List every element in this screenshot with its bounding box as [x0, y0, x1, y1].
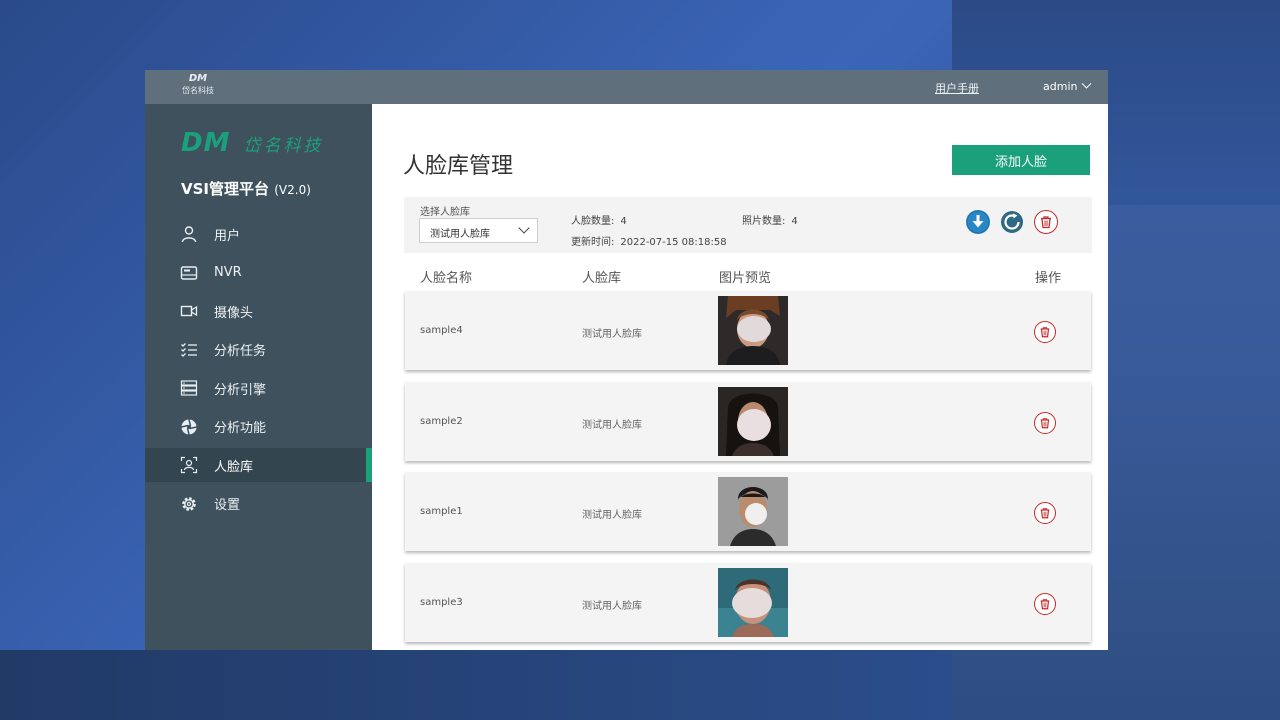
sidebar-item-settings[interactable]: 设置 [145, 487, 372, 521]
photo-count-value: 4 [791, 216, 798, 227]
face-library: 测试用人脸库 [582, 510, 642, 521]
top-logo-cn: 岱名科技 [182, 86, 214, 95]
table-row: sample1 测试用人脸库 [405, 472, 1091, 551]
face-thumbnail[interactable] [718, 296, 788, 365]
trash-icon [1041, 216, 1051, 229]
top-bar: DM 岱名科技 用户手册 admin [145, 70, 1108, 104]
library-select-label: 选择人脸库 [420, 207, 470, 218]
photo-count-label: 照片数量: [742, 216, 786, 227]
delete-face-button[interactable] [1034, 592, 1056, 615]
table-row: sample3 测试用人脸库 [405, 562, 1091, 642]
chevron-down-icon [1082, 78, 1092, 89]
sidebar-item-label: 人脸库 [214, 459, 254, 475]
sidebar-item-users[interactable]: 用户 [145, 217, 372, 251]
platform-version: (V2.0) [274, 183, 311, 197]
download-button[interactable] [966, 210, 990, 234]
user-menu[interactable]: admin [1043, 78, 1092, 93]
face-list: sample4 测试用人脸库 sample2 测试用人脸库 sample1 测试… [405, 291, 1091, 650]
sidebar-nav: 用户 NVR 摄像头 分析任务 分析引擎 分析功能 人脸库 设置 [145, 217, 372, 525]
face-thumbnail[interactable] [718, 567, 788, 637]
sidebar-item-label: 摄像头 [214, 305, 254, 321]
brand-logo-dm: DM [181, 128, 231, 158]
face-library: 测试用人脸库 [582, 329, 642, 340]
trash-icon [1040, 327, 1050, 338]
download-icon [966, 210, 990, 234]
platform-name: VSI管理平台 [181, 180, 269, 198]
sidebar-item-label: 设置 [214, 498, 241, 513]
photo-count: 照片数量: 4 [742, 212, 798, 227]
column-header-library: 人脸库 [582, 271, 622, 286]
refresh-icon [1001, 211, 1023, 233]
sidebar-item-label: NVR [214, 265, 242, 280]
delete-face-button[interactable] [1034, 411, 1056, 434]
face-name: sample2 [420, 415, 463, 427]
background-bottom-panel [0, 650, 952, 720]
user-manual-link[interactable]: 用户手册 [935, 80, 979, 96]
trash-icon [1040, 508, 1050, 519]
delete-library-button[interactable] [1034, 210, 1058, 234]
face-scan-icon [180, 456, 198, 474]
refresh-button[interactable] [1000, 210, 1024, 234]
face-library: 测试用人脸库 [582, 600, 642, 612]
face-name: sample1 [420, 506, 463, 517]
brand-logo: DM 岱名科技 [181, 128, 324, 158]
aperture-icon [180, 418, 198, 436]
column-header-actions: 操作 [1035, 271, 1062, 286]
update-time-value: 2022-07-15 08:18:58 [620, 237, 727, 248]
library-select-value: 测试用人脸库 [430, 229, 490, 240]
update-time-label: 更新时间: [571, 237, 615, 248]
top-logo-dm: DM [188, 73, 208, 84]
task-list-icon [180, 341, 198, 359]
user-icon [180, 225, 198, 243]
sidebar: DM 岱名科技 VSI管理平台 (V2.0) 用户 NVR 摄像头 分析任务 分… [145, 104, 372, 650]
column-header-face-name: 人脸名称 [420, 271, 473, 286]
platform-title: VSI管理平台 (V2.0) [181, 178, 311, 199]
column-header-preview: 图片预览 [719, 271, 772, 286]
gear-icon [180, 495, 198, 513]
add-face-button[interactable]: 添加人脸 [952, 145, 1090, 175]
sidebar-item-analysis-functions[interactable]: 分析功能 [145, 410, 372, 444]
nvr-icon [180, 264, 198, 282]
page-title: 人脸库管理 [403, 154, 514, 179]
table-row: sample2 测试用人脸库 [405, 381, 1091, 461]
sidebar-item-label: 分析功能 [214, 421, 267, 436]
trash-icon [1040, 417, 1050, 428]
sidebar-item-analysis-engine[interactable]: 分析引擎 [145, 371, 372, 405]
face-count-label: 人脸数量: [571, 216, 615, 227]
sidebar-item-nvr[interactable]: NVR [145, 256, 372, 290]
delete-face-button[interactable] [1034, 321, 1056, 343]
sidebar-item-label: 分析任务 [214, 344, 267, 359]
user-name: admin [1043, 80, 1078, 93]
server-icon [180, 379, 198, 397]
sidebar-item-face-library[interactable]: 人脸库 [145, 448, 372, 482]
face-library: 测试用人脸库 [582, 419, 642, 431]
face-count: 人脸数量: 4 [571, 212, 627, 227]
update-time: 更新时间: 2022-07-15 08:18:58 [571, 233, 727, 248]
delete-face-button[interactable] [1034, 502, 1056, 524]
main-content: 人脸库管理 添加人脸 选择人脸库 测试用人脸库 人脸数量: 4 照片数量: 4 更新… [372, 104, 1108, 650]
sidebar-item-analysis-tasks[interactable]: 分析任务 [145, 333, 372, 367]
face-name: sample3 [420, 596, 463, 608]
top-logo[interactable]: DM 岱名科技 [181, 73, 215, 101]
sidebar-item-label: 用户 [214, 228, 241, 244]
face-thumbnail[interactable] [718, 477, 788, 546]
camera-icon [180, 302, 198, 320]
chevron-down-icon [518, 222, 530, 234]
trash-icon [1040, 598, 1050, 609]
sidebar-item-label: 分析引擎 [214, 382, 267, 398]
table-row: sample4 测试用人脸库 [405, 291, 1091, 370]
brand-logo-cn: 岱名科技 [243, 135, 324, 156]
face-name: sample4 [420, 325, 463, 336]
face-thumbnail[interactable] [718, 386, 788, 456]
table-header: 人脸名称 人脸库 图片预览 操作 [404, 265, 1092, 286]
library-select[interactable]: 测试用人脸库 [419, 218, 538, 243]
filter-bar: 选择人脸库 测试用人脸库 人脸数量: 4 照片数量: 4 更新时间: 2022-07-… [404, 197, 1092, 253]
face-count-value: 4 [620, 216, 627, 227]
app-window: DM 岱名科技 用户手册 admin DM 岱名科技 VSI管理平台 (V2.0… [145, 70, 1108, 650]
sidebar-item-camera[interactable]: 摄像头 [145, 294, 372, 328]
